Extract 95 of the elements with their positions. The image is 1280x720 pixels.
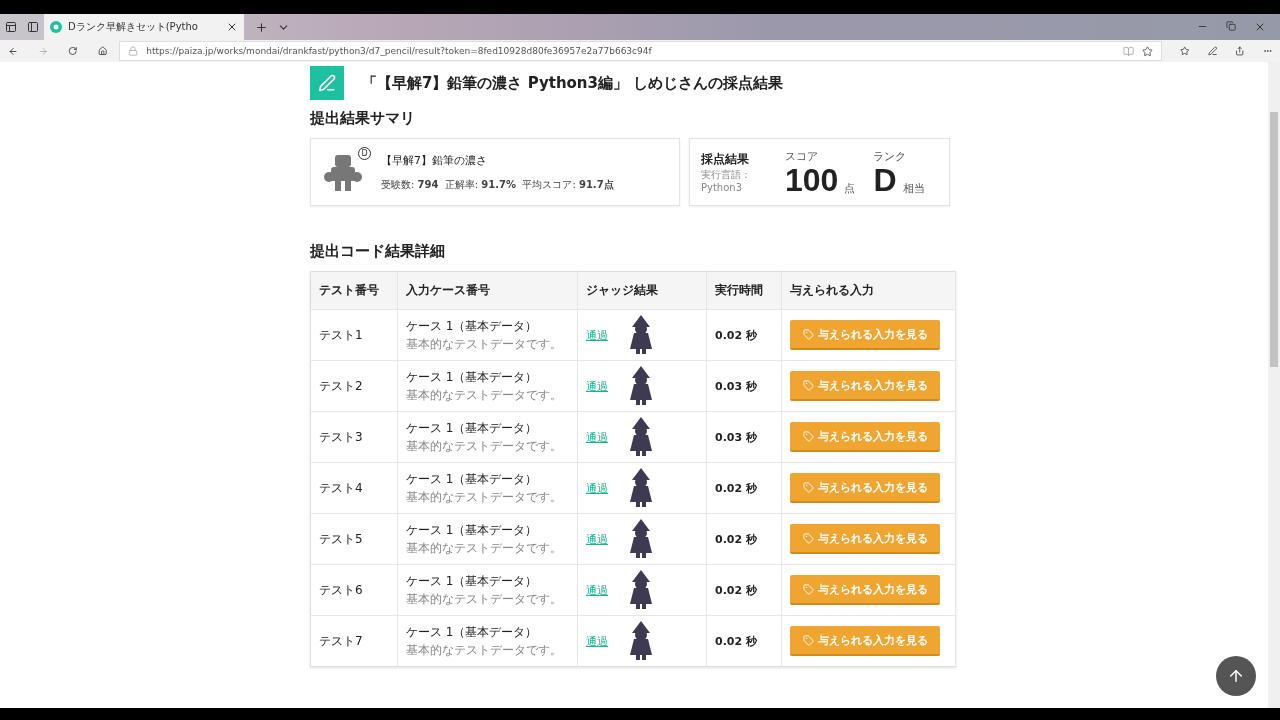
case-note: 基本的なテストデータです。: [406, 337, 563, 352]
run-time: 0.02 秒: [715, 481, 757, 495]
view-input-button[interactable]: 与えられる入力を見る: [790, 626, 940, 656]
figure-icon: [628, 468, 654, 508]
close-icon[interactable]: [1254, 21, 1266, 33]
view-input-button[interactable]: 与えられる入力を見る: [790, 575, 940, 605]
lock-icon: [128, 46, 139, 56]
case-note: 基本的なテストデータです。: [406, 388, 563, 403]
case-note: 基本的なテストデータです。: [406, 439, 563, 454]
judge-result-link[interactable]: 通過: [586, 429, 608, 445]
judge-result-link[interactable]: 通過: [586, 327, 608, 343]
language-value: Python3: [701, 182, 744, 193]
case-name: ケース 1（基本データ）: [406, 522, 539, 539]
page-title: 「【早解7】鉛筆の濃さ Python3編」 しめじさんの採点結果: [362, 73, 784, 93]
figure-icon: [628, 417, 654, 457]
section-heading: 提出結果サマリ: [310, 109, 416, 128]
view-input-button[interactable]: 与えられる入力を見る: [790, 524, 940, 554]
url-text: https://paiza.jp/works/mondai/drankfast/python3/d7_pencil/result?token=8fed10928d80fe36957e2a77b663c94f: [146, 46, 653, 56]
case-name: ケース 1（基本データ）: [406, 318, 539, 335]
run-time: 0.02 秒: [715, 583, 757, 597]
share-icon[interactable]: [1235, 45, 1245, 57]
problem-stats: 受験数: 794 正解率: 91.7% 平均スコア: 91.7点: [381, 177, 614, 192]
language-label: 実行言語：: [701, 168, 752, 182]
tag-icon: [802, 430, 814, 442]
judge-result-link[interactable]: 通過: [586, 480, 608, 496]
test-number: テスト2: [319, 378, 363, 393]
run-time: 0.02 秒: [715, 328, 757, 342]
figure-icon: [628, 519, 654, 559]
score-label: スコア: [785, 148, 819, 164]
score-unit: 点: [844, 180, 856, 196]
case-name: ケース 1（基本データ）: [406, 573, 539, 590]
judge-result-link[interactable]: 通過: [586, 378, 608, 394]
rank-label: ランク: [873, 148, 908, 164]
result-label: 採点結果: [701, 151, 750, 168]
figure-icon: [628, 570, 654, 610]
tab-title: Dランク早解きセット(Pytho: [68, 20, 199, 34]
column-header: テスト番号: [310, 271, 398, 310]
judge-result-link[interactable]: 通過: [586, 633, 608, 649]
robot-figure-icon: [323, 153, 363, 193]
test-number: テスト5: [319, 531, 363, 546]
test-number: テスト1: [319, 327, 363, 342]
home-icon[interactable]: [97, 45, 108, 57]
scroll-to-top-button[interactable]: [1216, 656, 1256, 696]
column-header: 実行時間: [706, 271, 782, 310]
run-time: 0.02 秒: [715, 532, 757, 546]
view-input-button[interactable]: 与えられる入力を見る: [790, 422, 940, 452]
section-heading: 提出コード結果詳細: [310, 242, 446, 261]
case-name: ケース 1（基本データ）: [406, 420, 539, 437]
tag-icon: [802, 481, 814, 493]
case-note: 基本的なテストデータです。: [406, 541, 563, 556]
tag-icon: [802, 583, 814, 595]
column-header: ジャッジ結果: [577, 271, 707, 310]
case-name: ケース 1（基本データ）: [406, 471, 539, 488]
column-header: 与えられる入力: [781, 271, 956, 310]
tag-icon: [802, 634, 814, 646]
refresh-icon[interactable]: [68, 45, 78, 57]
pen-icon[interactable]: [1207, 45, 1218, 57]
close-tab-icon[interactable]: [226, 21, 238, 33]
view-input-button[interactable]: 与えられる入力を見る: [790, 371, 940, 401]
address-bar[interactable]: https://paiza.jp/works/mondai/drankfast/python3/d7_pencil/result?token=8fed10928d80fe36957e2a77b663c94f: [119, 41, 1163, 61]
test-number: テスト7: [319, 633, 363, 648]
test-number: テスト3: [319, 429, 363, 444]
test-number: テスト4: [319, 480, 363, 495]
run-time: 0.03 秒: [715, 430, 757, 444]
score-value: 100: [785, 163, 839, 196]
tag-icon: [802, 379, 814, 391]
figure-icon: [628, 315, 654, 355]
case-note: 基本的なテストデータです。: [406, 643, 563, 658]
column-header: 入力ケース番号: [397, 271, 578, 310]
favorites-icon[interactable]: [1180, 45, 1190, 57]
problem-title: 【早解7】鉛筆の濃さ: [381, 152, 488, 168]
rank-value: D: [873, 163, 897, 196]
judge-result-link[interactable]: 通過: [586, 582, 608, 598]
figure-icon: [628, 366, 654, 406]
star-icon[interactable]: [1142, 45, 1154, 57]
judge-result-link[interactable]: 通過: [586, 531, 608, 547]
run-time: 0.02 秒: [715, 634, 757, 648]
case-name: ケース 1（基本データ）: [406, 369, 539, 386]
case-note: 基本的なテストデータです。: [406, 592, 563, 607]
browser-tab[interactable]: Dランク早解きセット(Pytho: [44, 14, 244, 40]
view-input-button[interactable]: 与えられる入力を見る: [790, 473, 940, 503]
scrollbar-thumb[interactable]: [1270, 112, 1278, 367]
rank-mark: D: [358, 147, 371, 160]
restore-icon[interactable]: [1226, 21, 1236, 31]
case-note: 基本的なテストデータです。: [406, 490, 563, 505]
tag-icon: [802, 532, 814, 544]
notebook-logo: [310, 66, 344, 100]
tag-icon: [802, 328, 814, 340]
run-time: 0.03 秒: [715, 379, 757, 393]
view-input-button[interactable]: 与えられる入力を見る: [790, 320, 940, 350]
site-favicon-icon: [50, 21, 62, 33]
figure-icon: [628, 621, 654, 661]
case-name: ケース 1（基本データ）: [406, 624, 539, 641]
rank-suffix: 相当: [902, 180, 925, 196]
test-number: テスト6: [319, 582, 363, 597]
